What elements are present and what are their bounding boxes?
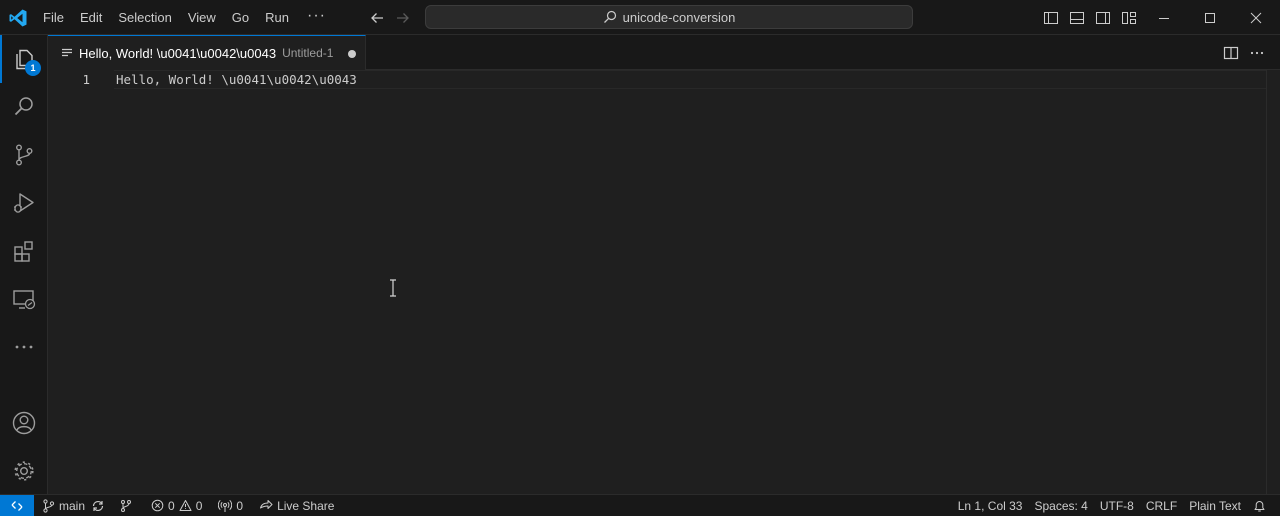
bell-icon[interactable] xyxy=(1247,495,1280,516)
toggle-secondary-sidebar-icon[interactable] xyxy=(1093,8,1113,28)
line-number: 1 xyxy=(82,72,90,87)
arrow-right-icon xyxy=(393,8,413,28)
menu-bar: File Edit Selection View Go Run ··· xyxy=(35,0,336,35)
file-lines-icon xyxy=(61,47,73,59)
search-text: unicode-conversion xyxy=(622,9,736,25)
text-editor[interactable]: 1 Hello, World! \u0041\u0042\u0043 xyxy=(48,70,1280,494)
menu-edit[interactable]: Edit xyxy=(72,6,110,30)
search-icon xyxy=(603,10,617,24)
indentation[interactable]: Spaces: 4 xyxy=(1028,495,1093,516)
problems-status[interactable]: 0 0 xyxy=(146,495,207,516)
branch-icon xyxy=(42,498,55,513)
ports-status[interactable]: 0 xyxy=(213,495,248,516)
more-icon[interactable] xyxy=(0,323,48,371)
remote-explorer-icon[interactable] xyxy=(0,275,48,323)
git-graph-icon xyxy=(119,499,133,513)
accounts-icon[interactable] xyxy=(0,399,48,447)
cursor-position[interactable]: Ln 1, Col 33 xyxy=(952,495,1029,516)
code-line[interactable]: Hello, World! \u0041\u0042\u0043 xyxy=(116,70,357,89)
menu-file[interactable]: File xyxy=(35,6,72,30)
menu-more-icon[interactable]: ··· xyxy=(297,6,336,30)
source-control-icon[interactable] xyxy=(0,131,48,179)
maximize-icon[interactable] xyxy=(1200,8,1220,28)
text-cursor-icon xyxy=(388,279,398,297)
warning-count: 0 xyxy=(195,498,203,513)
customize-layout-icon[interactable] xyxy=(1119,8,1139,28)
vscode-logo xyxy=(8,8,28,28)
command-center-search[interactable]: unicode-conversion xyxy=(425,5,913,29)
sync-icon[interactable] xyxy=(91,499,105,513)
ports-count: 0 xyxy=(236,498,244,513)
editor-more-actions-icon[interactable] xyxy=(1247,43,1267,63)
menu-go[interactable]: Go xyxy=(224,6,257,30)
tab-description: Untitled-1 xyxy=(282,46,334,60)
end-of-line[interactable]: CRLF xyxy=(1140,495,1183,516)
minimize-icon[interactable] xyxy=(1154,8,1174,28)
live-share-icon xyxy=(259,499,273,513)
remote-indicator-icon[interactable] xyxy=(0,494,34,516)
close-icon[interactable] xyxy=(1246,8,1266,28)
title-bar: File Edit Selection View Go Run ··· unic… xyxy=(0,0,1280,35)
error-icon xyxy=(151,499,164,512)
activity-bar: 1 xyxy=(0,35,48,494)
branch-name: main xyxy=(59,498,86,513)
split-editor-icon[interactable] xyxy=(1221,43,1241,63)
status-bar: main 0 0 0 Live Share Ln 1, Col 33 Space… xyxy=(0,494,1280,516)
tab-untitled-1[interactable]: Hello, World! \u0041\u0042\u0043 Untitle… xyxy=(48,35,366,70)
unsaved-dot-icon[interactable] xyxy=(348,50,356,58)
extensions-icon[interactable] xyxy=(0,227,48,275)
live-share-status[interactable]: Live Share xyxy=(254,495,339,516)
explorer-badge: 1 xyxy=(25,60,41,76)
status-bar-right: Ln 1, Col 33 Spaces: 4 UTF-8 CRLF Plain … xyxy=(952,495,1280,516)
manage-gear-icon[interactable] xyxy=(0,447,48,495)
toggle-primary-sidebar-icon[interactable] xyxy=(1041,8,1061,28)
tab-title: Hello, World! \u0041\u0042\u0043 xyxy=(79,45,277,61)
error-count: 0 xyxy=(168,498,175,513)
language-mode[interactable]: Plain Text xyxy=(1183,495,1247,516)
run-debug-icon[interactable] xyxy=(0,179,48,227)
menu-view[interactable]: View xyxy=(180,6,224,30)
explorer-icon[interactable]: 1 xyxy=(0,35,48,83)
arrow-left-icon[interactable] xyxy=(367,8,387,28)
search-view-icon[interactable] xyxy=(0,83,48,131)
toggle-panel-icon[interactable] xyxy=(1067,8,1087,28)
editor-tabs: Hello, World! \u0041\u0042\u0043 Untitle… xyxy=(48,35,1280,70)
menu-run[interactable]: Run xyxy=(257,6,297,30)
git-graph-status[interactable] xyxy=(114,495,138,516)
encoding[interactable]: UTF-8 xyxy=(1094,495,1140,516)
warning-icon xyxy=(179,499,192,512)
ports-icon xyxy=(218,499,233,513)
live-share-label: Live Share xyxy=(277,498,335,513)
branch-status[interactable]: main xyxy=(37,495,110,516)
menu-selection[interactable]: Selection xyxy=(110,6,179,30)
editor-scrollbar[interactable] xyxy=(1266,70,1280,494)
